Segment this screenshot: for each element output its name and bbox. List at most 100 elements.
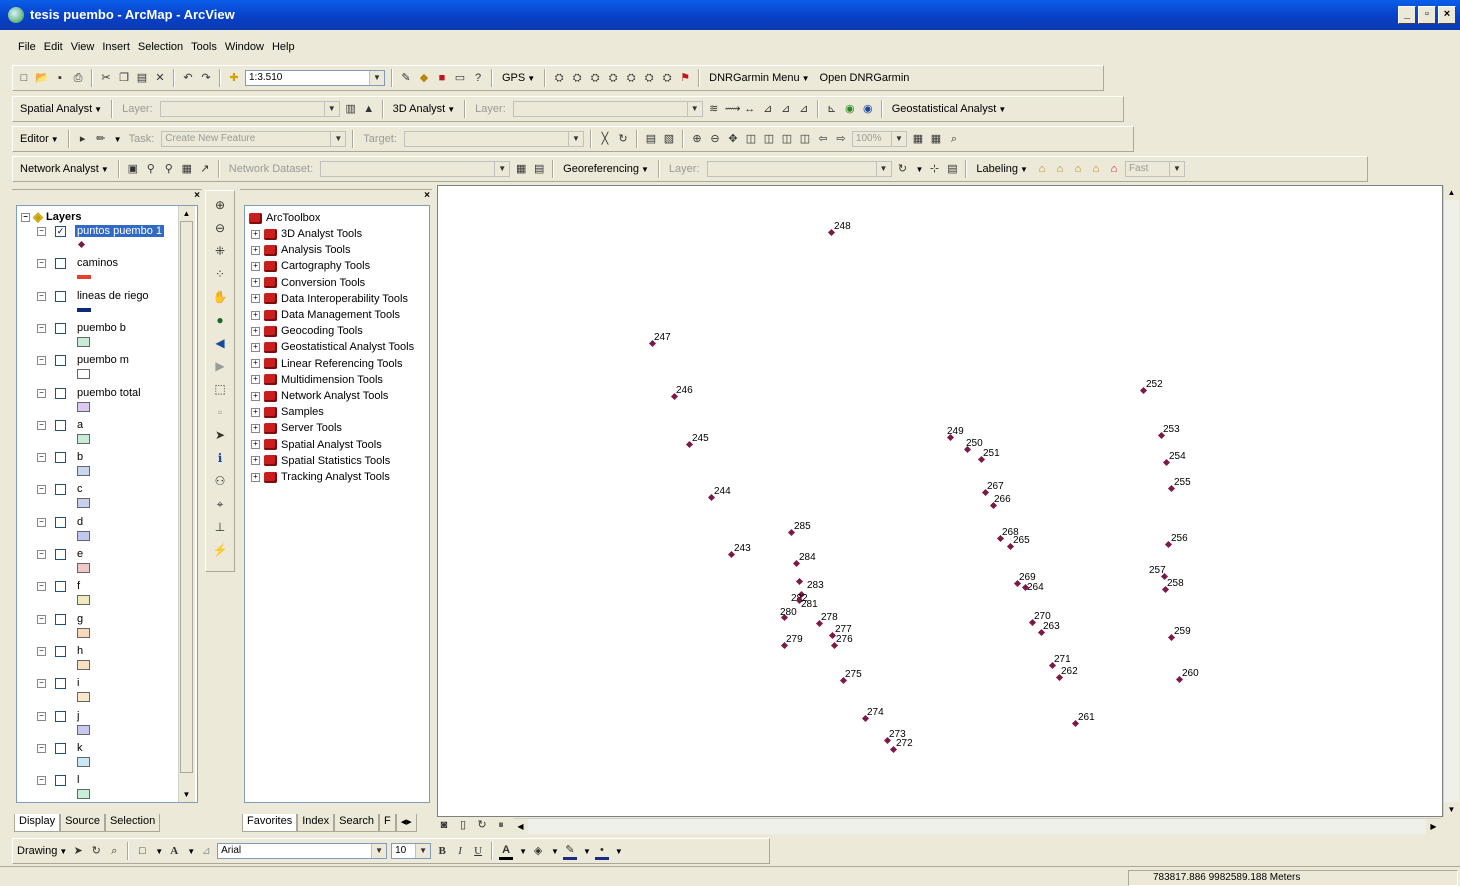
- rotate-icon[interactable]: ↻: [896, 162, 910, 176]
- underline-button[interactable]: U: [471, 844, 485, 858]
- label-quality-combo[interactable]: Fast ▼: [1124, 161, 1185, 177]
- toolbox-item[interactable]: + Analysis Tools: [251, 242, 351, 258]
- link-table-icon[interactable]: ▤: [945, 162, 959, 176]
- arccatalog-icon[interactable]: ◆: [417, 71, 431, 85]
- scroll-left-icon[interactable]: ◀: [513, 819, 528, 834]
- layer-symbol-fill[interactable]: [77, 530, 90, 541]
- expand-icon[interactable]: +: [251, 391, 260, 401]
- layer-visibility-checkbox[interactable]: [55, 678, 66, 690]
- expand-icon[interactable]: +: [251, 342, 260, 352]
- histogram-icon[interactable]: ▥: [344, 102, 358, 116]
- collapse-icon[interactable]: −: [37, 679, 46, 689]
- layer-symbol-fill[interactable]: [77, 466, 90, 477]
- scroll-down-icon[interactable]: ▼: [179, 787, 194, 802]
- graph-icon[interactable]: ⊾: [825, 102, 839, 116]
- chevron-down-icon[interactable]: ▼: [551, 847, 559, 856]
- scroll-thumb[interactable]: [180, 221, 193, 773]
- expand-icon[interactable]: +: [251, 423, 260, 433]
- chevron-down-icon[interactable]: ▼: [890, 132, 906, 146]
- pause-drawing-icon[interactable]: ⏸: [494, 818, 508, 832]
- menu-insert[interactable]: Insert: [98, 39, 134, 55]
- toolbox-item[interactable]: + Samples: [251, 404, 324, 420]
- chevron-down-icon[interactable]: ▼: [916, 165, 924, 174]
- directions-icon[interactable]: ▤: [532, 162, 546, 176]
- layer-symbol-fill[interactable]: [77, 692, 90, 703]
- layer-visibility-checkbox[interactable]: [55, 516, 66, 528]
- layer-name[interactable]: puembo b: [75, 322, 128, 334]
- layer-name[interactable]: j: [75, 710, 81, 722]
- toc-layer-puembo-total[interactable]: − puembo total: [17, 387, 167, 417]
- toc-layer-b[interactable]: − b: [17, 451, 167, 481]
- network-tool-icon[interactable]: ⚲: [162, 162, 176, 176]
- rectangle-icon[interactable]: □: [135, 844, 149, 858]
- arctoolbox-root[interactable]: ArcToolbox: [249, 210, 320, 226]
- layer-visibility-checkbox[interactable]: [55, 387, 66, 399]
- georeferencing-menu[interactable]: Georeferencing ▼: [560, 163, 652, 175]
- drawing-menu[interactable]: Drawing ▼: [17, 845, 67, 857]
- save-icon[interactable]: ▪: [53, 71, 67, 85]
- data-view-icon[interactable]: ◙: [437, 818, 451, 832]
- expand-icon[interactable]: +: [251, 278, 260, 288]
- layer-visibility-checkbox[interactable]: ✓: [55, 226, 66, 237]
- menu-window[interactable]: Window: [221, 39, 268, 55]
- select-elements-icon[interactable]: ➤: [211, 426, 229, 444]
- label-priority-icon[interactable]: ⌂: [1053, 162, 1067, 176]
- delete-icon[interactable]: ✕: [153, 71, 167, 85]
- new-document-icon[interactable]: □: [17, 71, 31, 85]
- refresh-icon[interactable]: ↻: [475, 818, 489, 832]
- layer-name[interactable]: b: [75, 451, 85, 463]
- sketch-tool-icon[interactable]: ✏: [94, 132, 108, 146]
- network-tool-icon[interactable]: ⚲: [144, 162, 158, 176]
- georef-layer-combo[interactable]: ▼: [706, 161, 892, 177]
- gps-tool-icon[interactable]: ⛭: [552, 71, 566, 85]
- layer-visibility-checkbox[interactable]: [55, 710, 66, 722]
- expand-icon[interactable]: +: [251, 359, 260, 369]
- spatial-analyst-menu[interactable]: Spatial Analyst ▼: [17, 103, 105, 115]
- expand-icon[interactable]: +: [251, 472, 260, 482]
- collapse-icon[interactable]: −: [21, 212, 30, 222]
- layer-symbol-fill[interactable]: [77, 401, 90, 412]
- attributes-icon[interactable]: ▤: [644, 132, 658, 146]
- toc-layer-caminos[interactable]: − caminos: [17, 257, 167, 287]
- fixed-zoom-in-icon[interactable]: ⁜: [211, 242, 229, 260]
- chevron-down-icon[interactable]: ▼: [155, 847, 163, 856]
- layer-visibility-checkbox[interactable]: [55, 742, 66, 754]
- pan-icon[interactable]: ✥: [726, 132, 740, 146]
- chevron-down-icon[interactable]: ▼: [583, 847, 591, 856]
- rotate-icon[interactable]: ↻: [89, 844, 103, 858]
- scroll-down-icon[interactable]: ▼: [1444, 802, 1459, 817]
- tab-search[interactable]: Search: [334, 814, 380, 832]
- marker-color-icon[interactable]: •: [594, 843, 609, 860]
- geostatistical-analyst-menu[interactable]: Geostatistical Analyst ▼: [889, 103, 1009, 115]
- collapse-icon[interactable]: −: [37, 582, 46, 592]
- toc-layer-d[interactable]: − d: [17, 516, 167, 546]
- layer-visibility-checkbox[interactable]: [55, 775, 66, 787]
- layer-symbol-fill[interactable]: [77, 756, 90, 767]
- dnrgarmin-menu[interactable]: DNRGarmin Menu ▼: [706, 72, 812, 84]
- toolbox-item[interactable]: + Conversion Tools: [251, 275, 365, 291]
- expand-icon[interactable]: +: [251, 245, 260, 255]
- collapse-icon[interactable]: −: [37, 711, 46, 721]
- expand-icon[interactable]: +: [251, 294, 260, 304]
- copy-icon[interactable]: ❐: [117, 71, 131, 85]
- layout-icon[interactable]: ▦: [911, 132, 925, 146]
- layout-icon[interactable]: ▦: [929, 132, 943, 146]
- split-icon[interactable]: ╳: [598, 132, 612, 146]
- toc-layer-puembo-m[interactable]: − puembo m: [17, 354, 167, 384]
- layer-visibility-checkbox[interactable]: [55, 549, 66, 560]
- rotate-icon[interactable]: ↻: [616, 132, 630, 146]
- clear-selection-icon[interactable]: ▫: [211, 403, 229, 421]
- map-horizontal-scrollbar[interactable]: ◀ ▶: [513, 818, 1441, 834]
- map-point[interactable]: [795, 577, 804, 586]
- chevron-down-icon[interactable]: ▼: [875, 162, 891, 176]
- toc-layer-f[interactable]: − f: [17, 580, 167, 610]
- profile-icon[interactable]: ⊿: [797, 102, 811, 116]
- font-color-icon[interactable]: A: [499, 843, 514, 860]
- toc-layer-l[interactable]: − l: [17, 774, 167, 802]
- measure-icon[interactable]: ⊥: [211, 518, 229, 536]
- fixed-zoom-out-icon[interactable]: ⁘: [211, 265, 229, 283]
- print-icon[interactable]: ⎙: [71, 71, 85, 85]
- gps-tool-icon[interactable]: ⛭: [570, 71, 584, 85]
- collapse-icon[interactable]: −: [37, 517, 46, 527]
- pan-hand-icon[interactable]: ✋: [211, 288, 229, 306]
